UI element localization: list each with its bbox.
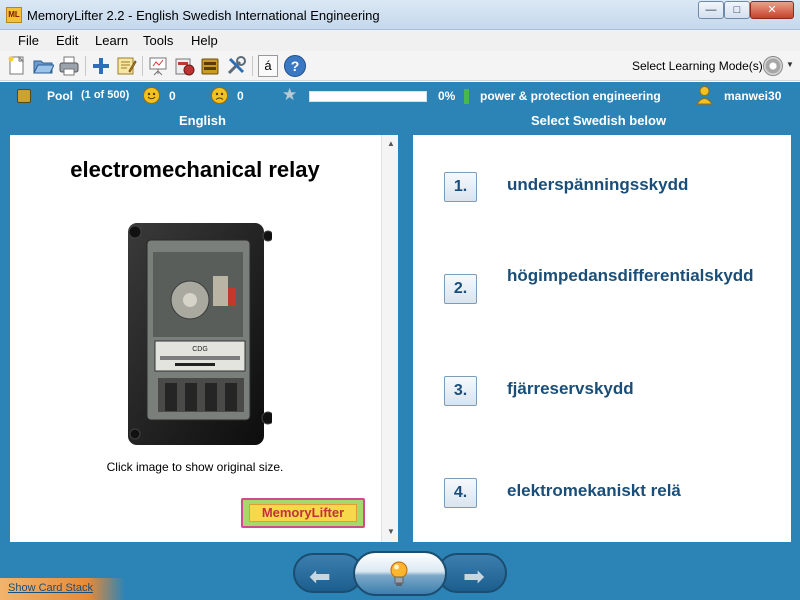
arrow-right-icon: ➡ <box>463 561 485 591</box>
toolbar: á ? Select Learning Mode(s) ▼ <box>0 51 800 81</box>
answer-language-header: Select Swedish below <box>531 113 667 128</box>
add-card-icon[interactable] <box>90 55 112 77</box>
answer-text[interactable]: elektromekaniskt relä <box>507 480 775 501</box>
presentation-icon[interactable] <box>147 55 169 77</box>
next-card-button[interactable]: ➡ <box>437 553 507 593</box>
learning-area: English Select Swedish below electromech… <box>0 110 800 600</box>
star-icon: ★ <box>282 85 298 104</box>
sad-smiley-icon <box>211 87 228 104</box>
window-title: MemoryLifter 2.2 - English Swedish Inter… <box>27 8 380 23</box>
app-logo-icon: ML <box>6 7 22 23</box>
answer-key-button[interactable]: 4. <box>444 478 477 508</box>
scroll-down-icon[interactable]: ▼ <box>387 527 395 536</box>
wrong-count: 0 <box>237 89 244 103</box>
question-word: electromechanical relay <box>70 157 320 182</box>
help-icon[interactable]: ? <box>284 55 306 77</box>
print-icon[interactable] <box>58 55 80 77</box>
menu-learn[interactable]: Learn <box>95 33 128 48</box>
learning-mode-label[interactable]: Select Learning Mode(s) <box>632 59 763 73</box>
minimize-icon: — <box>705 4 717 16</box>
pool-label: Pool <box>47 89 73 103</box>
statistics-icon[interactable] <box>173 55 195 77</box>
memorylifter-logo: MemoryLifter <box>241 498 365 528</box>
edit-card-icon[interactable] <box>115 55 137 77</box>
card-box-icon[interactable] <box>199 55 221 77</box>
menu-tools[interactable]: Tools <box>143 33 173 48</box>
close-icon: ✕ <box>767 4 777 16</box>
question-panel: electromechanical relay CDG Click image … <box>10 135 398 542</box>
pool-box-icon <box>17 89 31 103</box>
question-language-header: English <box>179 113 226 128</box>
maximize-button[interactable]: □ <box>724 1 750 19</box>
answer-text[interactable]: högimpedansdifferentialskydd <box>507 265 775 286</box>
settings-tools-icon[interactable] <box>225 55 247 77</box>
status-bar: Pool (1 of 500) 0 0 ★ 0% power & protect… <box>0 82 800 110</box>
special-character-icon[interactable]: á <box>258 55 278 77</box>
happy-smiley-icon <box>143 87 160 104</box>
menu-edit[interactable]: Edit <box>56 33 78 48</box>
answer-text[interactable]: fjärreservskydd <box>507 378 775 399</box>
open-folder-icon[interactable] <box>32 55 55 77</box>
toolbar-separator <box>85 56 86 76</box>
close-button[interactable]: ✕ <box>750 1 794 19</box>
relay-image[interactable]: CDG <box>120 218 275 450</box>
user-name: manwei30 <box>724 89 782 103</box>
minimize-button[interactable]: — <box>698 1 724 19</box>
answer-panel: 1. underspänningsskydd 2. högimpedansdif… <box>413 135 791 542</box>
toolbar-separator <box>142 56 143 76</box>
new-file-icon[interactable] <box>6 55 28 77</box>
card-navigation: ⬅ ➡ <box>293 551 507 596</box>
level-indicator <box>464 89 469 104</box>
menu-bar: File Edit Learn Tools Help <box>0 30 800 51</box>
progress-bar <box>309 91 427 102</box>
correct-count: 0 <box>169 89 176 103</box>
pool-count: (1 of 500) <box>81 89 130 101</box>
question-scrollbar[interactable]: ▲ ▼ <box>381 135 398 542</box>
title-bar: ML MemoryLifter 2.2 - English Swedish In… <box>0 0 800 30</box>
menu-help[interactable]: Help <box>191 33 218 48</box>
gear-icon[interactable] <box>763 56 783 76</box>
toolbar-separator <box>252 56 253 76</box>
lightbulb-icon <box>388 560 410 588</box>
chapter-name: power & protection engineering <box>480 89 661 103</box>
arrow-left-icon: ⬅ <box>309 561 331 591</box>
svg-text:CDG: CDG <box>192 346 208 353</box>
scroll-up-icon[interactable]: ▲ <box>387 139 395 148</box>
maximize-icon: □ <box>733 4 741 16</box>
logo-text: MemoryLifter <box>249 504 357 522</box>
chevron-down-icon[interactable]: ▼ <box>786 60 794 69</box>
progress-percent: 0% <box>438 89 456 103</box>
answer-text[interactable]: underspänningsskydd <box>507 174 775 195</box>
answer-key-button[interactable]: 1. <box>444 172 477 202</box>
answer-key-button[interactable]: 3. <box>444 376 477 406</box>
menu-file[interactable]: File <box>18 33 39 48</box>
user-icon <box>696 86 713 105</box>
show-card-stack-link[interactable]: Show Card Stack <box>8 582 93 594</box>
answer-key-button[interactable]: 2. <box>444 274 477 304</box>
image-hint: Click image to show original size. <box>106 460 284 474</box>
hint-button[interactable] <box>353 551 447 596</box>
